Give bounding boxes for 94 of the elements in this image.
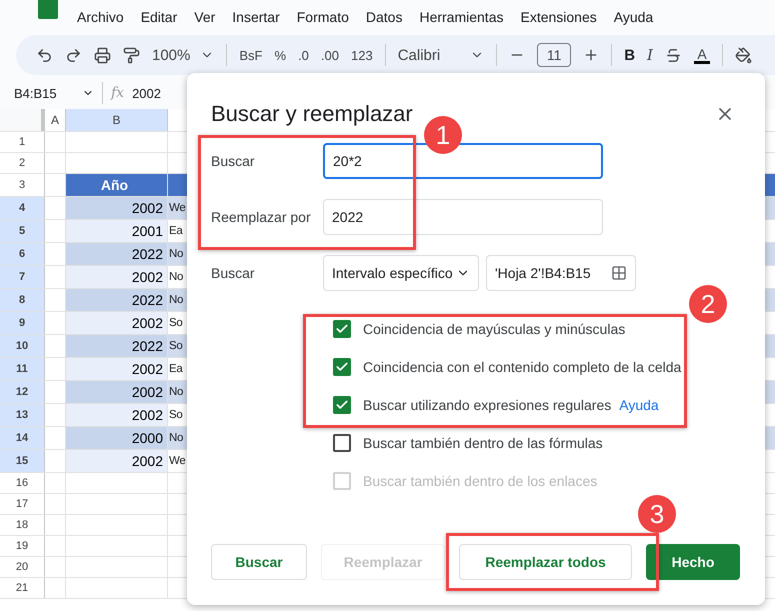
range-field[interactable]: 'Hoja 2'!B4:B15 [486,255,636,291]
cell-text: No [169,294,184,306]
table-cell: 2022 [66,335,168,357]
table-cell: 2002 [66,312,168,334]
paint-bucket-icon[interactable] [734,46,752,64]
table-cell: 2000 [66,427,168,449]
italic-button[interactable]: I [647,46,653,64]
check-icon [335,360,349,374]
row-header[interactable]: 5 [0,220,45,242]
cell-text: We [169,202,186,214]
row-header[interactable]: 11 [0,358,45,380]
number-format-button[interactable]: 123 [350,48,373,62]
menu-item[interactable]: Datos [366,8,402,24]
paint-format-icon[interactable] [123,46,140,64]
cell-text: No [169,248,184,260]
cell-text: No [169,432,184,444]
row-header[interactable]: 12 [0,381,45,403]
table-cell: 2002 [66,450,168,472]
checkbox-label: Coincidencia de mayúsculas y minúsculas [363,321,626,337]
cell-text: We [169,455,186,467]
grid-icon[interactable] [611,265,627,281]
number-format-button[interactable]: BsF [239,48,262,62]
checkbox[interactable] [333,320,351,338]
cell-text: No [169,386,184,398]
menu-item[interactable]: Ayuda [614,8,654,24]
range-value: 'Hoja 2'!B4:B15 [495,265,591,281]
field-label: Buscar [211,153,256,169]
column-header[interactable]: B [66,109,168,131]
text-color-button[interactable]: A [694,46,710,64]
row-header[interactable]: 6 [0,243,45,265]
zoom-dropdown[interactable]: 100% [152,46,214,64]
replace-field[interactable]: 2022 [323,199,603,235]
row-header[interactable]: 7 [0,266,45,288]
checkbox-label: Coincidencia con el contenido completo de la celda [363,359,682,375]
field-label: Reemplazar por [211,209,312,225]
dialog-title: Buscar y reemplazar [211,101,413,127]
number-format-button[interactable]: .00 [320,48,339,62]
checkbox[interactable] [333,396,351,414]
fx-label: fx [111,85,124,101]
check-icon [335,322,349,336]
checkbox[interactable] [333,434,351,452]
menu-item[interactable]: Herramientas [419,8,504,24]
row-header[interactable]: 10 [0,335,45,357]
font-dropdown[interactable]: Calibri [398,46,484,64]
cell-text: So [169,409,182,421]
action-button[interactable]: Buscar [211,544,307,580]
done-button[interactable]: Hecho [646,544,740,580]
checkbox-label: Buscar también dentro de las fórmulas [363,435,603,451]
table-cell: 2022 [66,289,168,311]
checkbox-label: Buscar también dentro de los enlaces [363,473,598,489]
table-cell: 2002 [66,404,168,426]
menu-item[interactable]: Editar [140,8,178,24]
strikethrough-icon[interactable] [664,46,682,64]
redo-icon[interactable] [65,46,82,64]
name-box[interactable]: B4:B15 [14,86,94,100]
number-format-button[interactable]: .0 [298,48,309,62]
cell-text: So [169,317,182,329]
number-format-button[interactable]: % [274,48,286,62]
menu-item[interactable]: Extensiones [520,8,597,24]
field-label: Buscar [211,265,256,281]
checkbox-label: Buscar utilizando expresiones regulares [363,397,612,413]
table-cell: Año [66,174,168,196]
scope-dropdown[interactable]: Intervalo específico [323,255,479,291]
menu-item[interactable]: Insertar [232,8,280,24]
font-size-field[interactable]: 11 [537,43,572,67]
menu-item[interactable]: Archivo [77,8,124,24]
bold-button[interactable]: B [624,46,636,64]
table-cell: 2022 [66,243,168,265]
row-header[interactable]: 14 [0,427,45,449]
table-cell: 2002 [66,197,168,219]
menu-item[interactable]: Formato [296,8,349,24]
find-field[interactable]: 20*2 [323,143,603,179]
checkbox[interactable] [333,358,351,376]
action-button[interactable]: Reemplazar todos [459,544,632,580]
undo-icon[interactable] [36,46,53,64]
cell-text: Ea [169,363,182,375]
corner-cell[interactable] [0,109,45,131]
table-cell: 2002 [66,266,168,288]
row-header[interactable]: 15 [0,450,45,472]
cell-text: No [169,271,184,283]
check-icon [335,398,349,412]
menu-item[interactable]: Ver [194,8,216,24]
cell-text: Ea [169,225,182,237]
table-cell: 2001 [66,220,168,242]
table-cell: 2002 [66,381,168,403]
table-cell: 2002 [66,358,168,380]
formula-value[interactable]: 2002 [132,86,161,100]
help-link[interactable]: Ayuda [619,397,659,413]
row-header[interactable]: 4 [0,197,45,219]
cell-text: So [169,340,182,352]
print-icon[interactable] [94,46,111,64]
row-header[interactable]: 13 [0,404,45,426]
row-header[interactable]: 8 [0,289,45,311]
row-header[interactable]: 9 [0,312,45,334]
